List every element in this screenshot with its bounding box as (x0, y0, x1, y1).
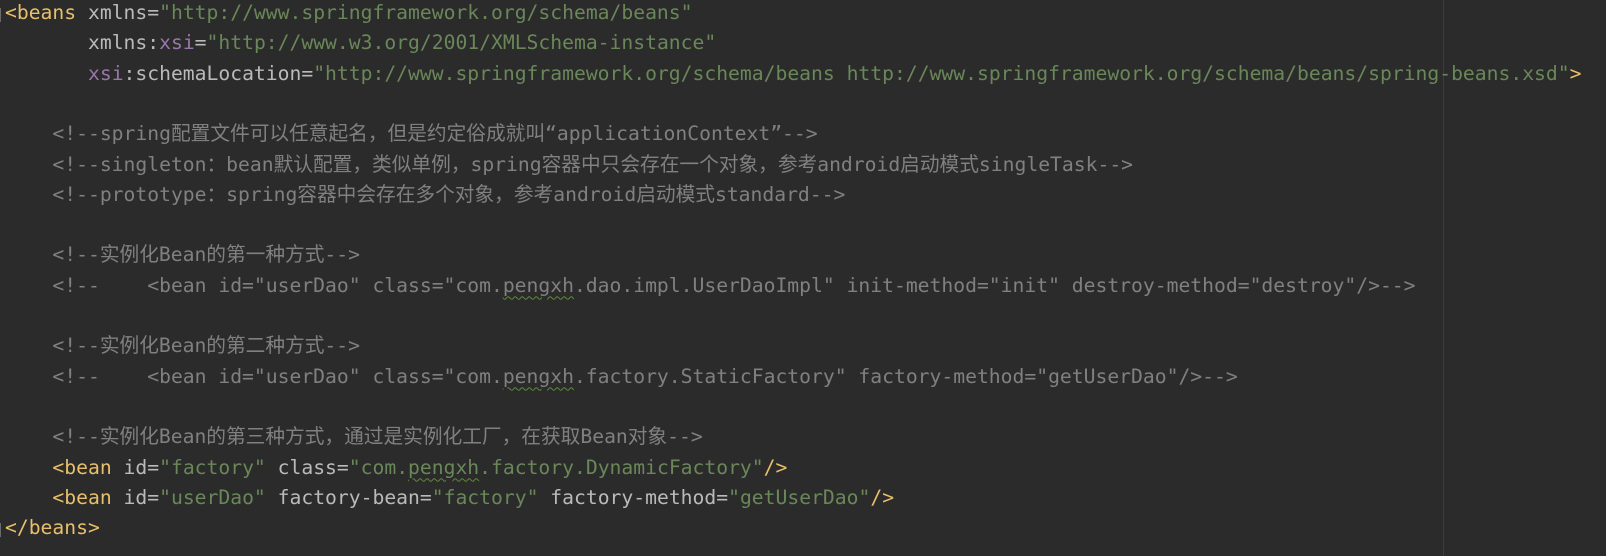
code-token: class (265, 455, 337, 479)
code-editor[interactable]: <beans xmlns="http://www.springframework… (0, 0, 1606, 556)
code-token: <bean (52, 455, 112, 479)
code-line: <!--prototype：spring容器中会存在多个对象，参考android… (5, 179, 845, 210)
code-line: <!-- <bean id="userDao" class="com.pengx… (5, 361, 1238, 392)
code-token: "http://www.springframework.org/schema/b… (159, 1, 693, 24)
code-token: "factory" (159, 455, 266, 479)
code-token: : (147, 31, 160, 55)
code-token: id (111, 455, 148, 479)
code-token: = (147, 485, 160, 509)
code-line: <beans xmlns="http://www.springframework… (5, 0, 693, 28)
code-token: <!--prototype：spring容器中会存在多个对象，参考android… (5, 182, 846, 206)
code-token: = (301, 61, 314, 85)
code-token: "http://www.springframework.org/schema/b… (313, 61, 1570, 85)
code-token: <!--singleton：bean默认配置，类似单例，spring容器中只会存… (5, 152, 1134, 176)
code-token: /> (763, 455, 788, 479)
code-token: "com. (348, 455, 409, 479)
code-token: "getUserDao" (728, 485, 871, 509)
code-token: <!--实例化Bean的第二种方式--> (5, 334, 360, 358)
code-token: "factory" (431, 485, 539, 509)
code-token: factory-bean (265, 485, 420, 509)
code-token: xsi (87, 61, 124, 85)
code-line: <bean id="factory" class="com.pengxh.fac… (5, 452, 787, 483)
code-token: <!-- <bean id="userDao" class="com. (5, 273, 503, 297)
code-line: <!--实例化Bean的第三种方式，通过是实例化工厂，在获取Bean对象--> (5, 421, 703, 452)
code-token: = (716, 485, 729, 509)
code-token: /> (870, 485, 895, 509)
code-token: pengxh (408, 455, 480, 479)
code-token: pengxh (502, 364, 574, 388)
code-line: <!--实例化Bean的第二种方式--> (5, 330, 360, 361)
code-line: <!--singleton：bean默认配置，类似单例，spring容器中只会存… (5, 149, 1133, 180)
code-line: </beans> (5, 512, 100, 543)
code-token: > (1569, 61, 1582, 85)
code-token: "http://www.w3.org/2001/XMLSchema-instan… (206, 31, 717, 55)
code-token: xmlns (87, 1, 148, 24)
code-token: xsi (159, 31, 195, 55)
code-token: <beans (5, 1, 77, 24)
code-token: xmlns (87, 31, 148, 55)
code-token: = (147, 455, 160, 479)
code-token: pengxh (502, 273, 574, 297)
code-token: factory-method (538, 485, 717, 509)
code-token: <!--实例化Bean的第三种方式，通过是实例化工厂，在获取Bean对象--> (5, 425, 703, 449)
code-token: = (419, 485, 432, 509)
code-token: .dao.impl.UserDaoImpl" init-method="init… (573, 273, 1416, 297)
code-line: <bean id="userDao" factory-bean="factory… (5, 482, 894, 513)
code-line: <!--实例化Bean的第一种方式--> (5, 239, 360, 270)
code-token: <!-- <bean id="userDao" class="com. (5, 364, 503, 388)
code-token: .factory.DynamicFactory" (479, 455, 764, 479)
code-token: = (336, 455, 349, 479)
code-token: <!--实例化Bean的第一种方式--> (5, 243, 360, 267)
code-token: = (147, 1, 160, 24)
code-token: "userDao" (159, 485, 266, 509)
code-line: <!-- <bean id="userDao" class="com.pengx… (5, 270, 1416, 301)
code-line: xmlns:xsi="http://www.w3.org/2001/XMLSch… (5, 27, 716, 58)
code-line: xsi:schemaLocation="http://www.springfra… (5, 58, 1581, 89)
code-token: <!--spring配置文件可以任意起名，但是约定俗成就叫“applicatio… (5, 122, 818, 146)
code-line: <!--spring配置文件可以任意起名，但是约定俗成就叫“applicatio… (5, 118, 818, 149)
code-token: = (194, 31, 207, 55)
code-token: </beans> (5, 516, 100, 540)
code-token: <bean (52, 485, 112, 509)
code-token: :schemaLocation (123, 61, 302, 85)
code-token: .factory.StaticFactory" factory-method="… (573, 364, 1238, 388)
code-token: id (111, 485, 148, 509)
